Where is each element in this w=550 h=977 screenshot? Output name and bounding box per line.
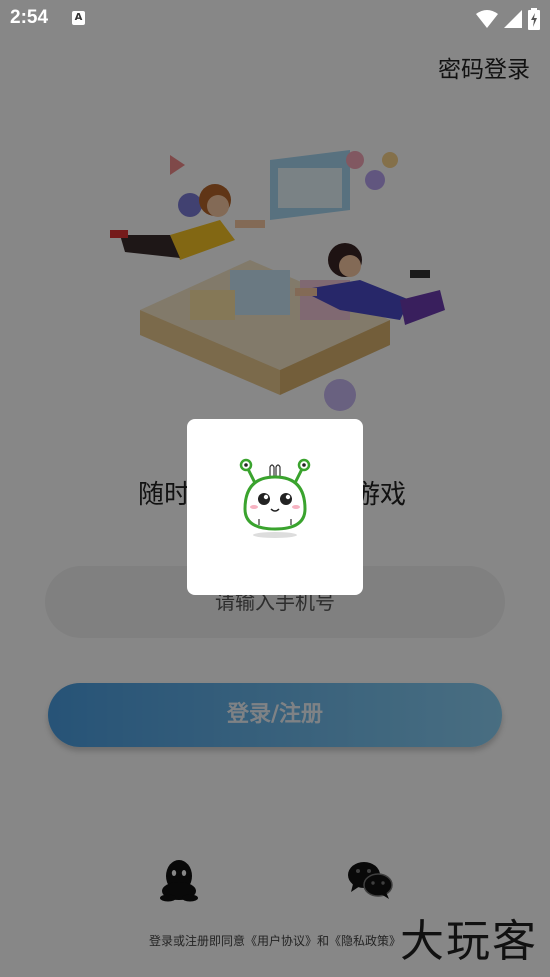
status-icons: [476, 8, 540, 30]
signal-icon: [504, 10, 522, 28]
watermark-logo: 大玩客: [400, 916, 538, 967]
notification-a-icon: A: [72, 11, 85, 25]
loading-mascot-icon: [239, 458, 311, 538]
wifi-icon: [476, 10, 498, 28]
status-bar: 2:54 A: [0, 0, 550, 38]
status-time: 2:54: [10, 7, 49, 28]
battery-icon: [528, 8, 540, 30]
loading-dialog: [187, 419, 363, 595]
